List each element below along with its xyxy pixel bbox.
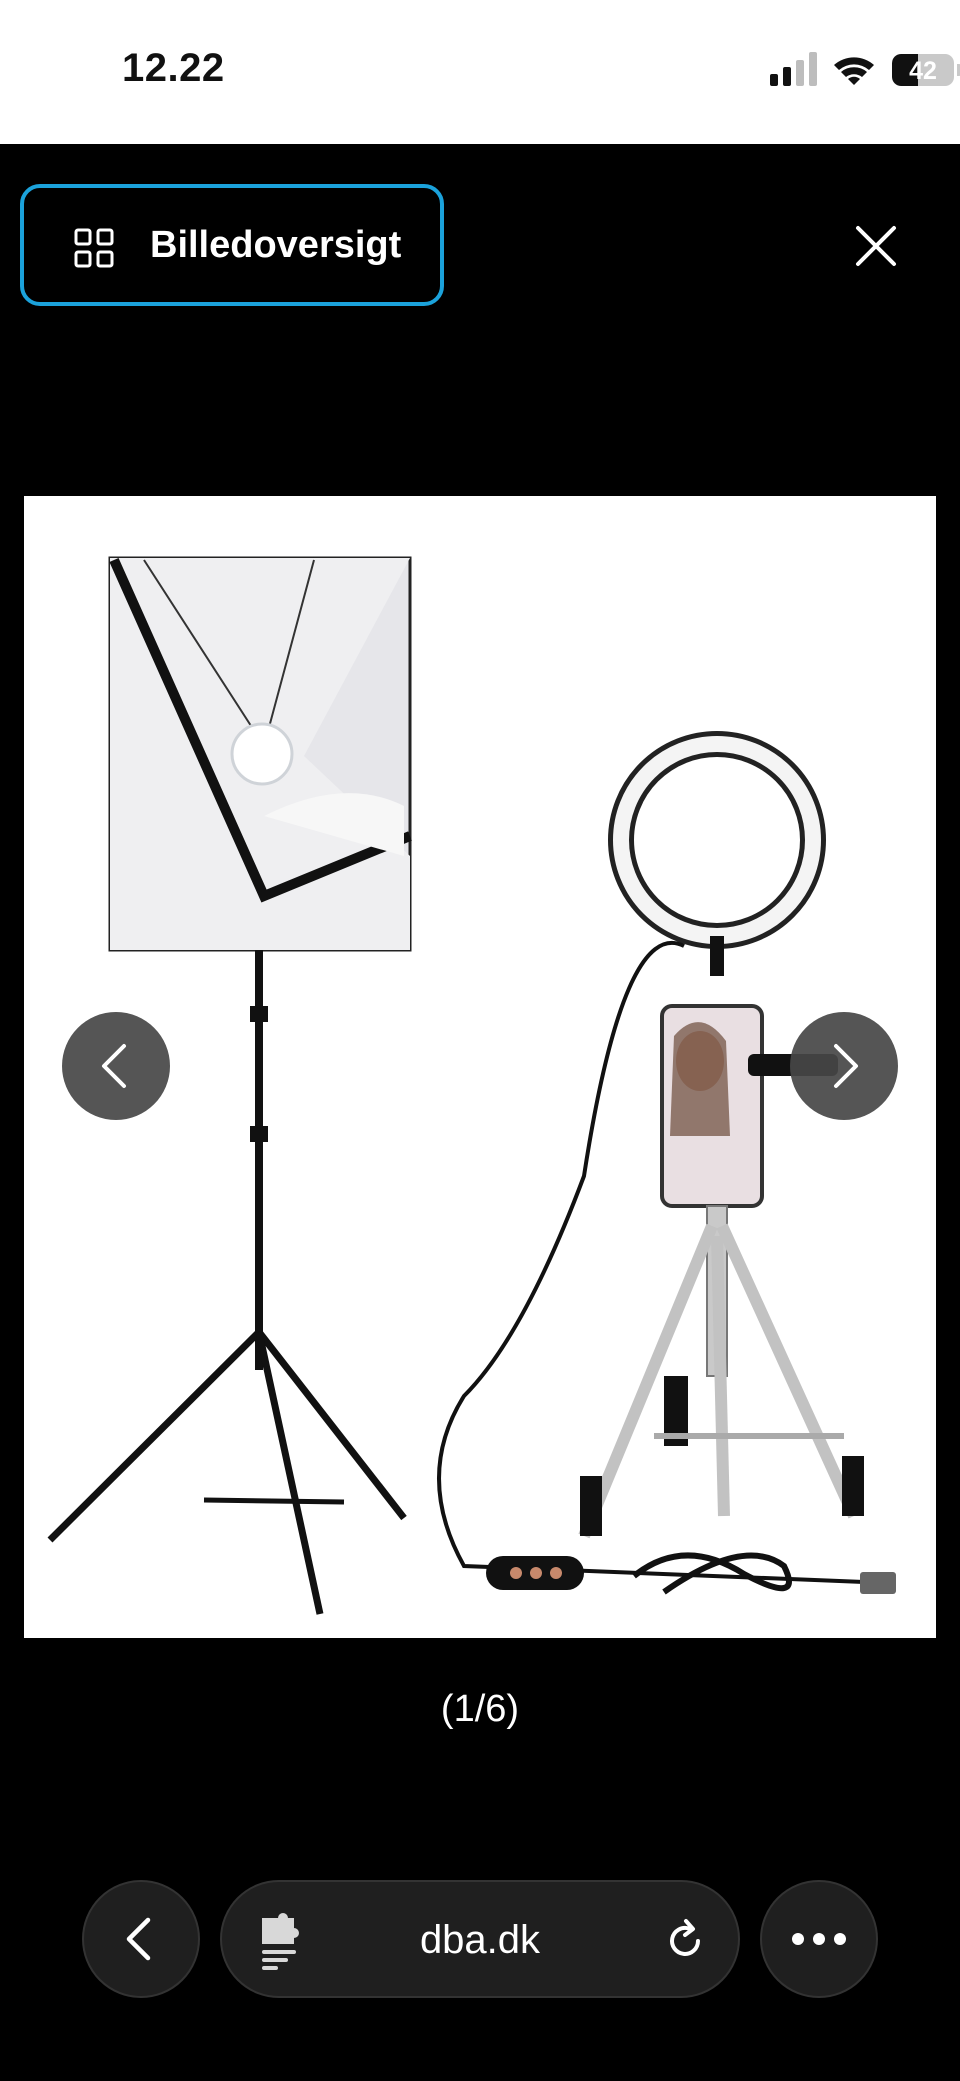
signal-icon (770, 52, 817, 86)
chevron-left-icon (102, 1044, 126, 1088)
previous-image-button[interactable] (62, 1012, 170, 1120)
reload-icon[interactable] (662, 1918, 708, 1964)
grid-icon (74, 228, 114, 268)
image-overview-label: Billedoversigt (150, 224, 402, 266)
image-overview-button[interactable]: Billedoversigt (20, 184, 444, 306)
browser-back-button[interactable] (82, 1880, 200, 1998)
battery-icon: 42 (892, 54, 954, 86)
close-icon[interactable] (848, 218, 904, 274)
more-options-button[interactable] (760, 1880, 878, 1998)
chevron-right-icon (834, 1044, 858, 1088)
status-bar: 12.22 42 (0, 0, 960, 144)
address-bar[interactable]: dba.dk (220, 1880, 740, 1998)
site-domain: dba.dk (419, 1918, 541, 1962)
chevron-left-icon (126, 1917, 151, 1961)
next-image-button[interactable] (790, 1012, 898, 1120)
status-time: 12.22 (122, 46, 225, 90)
more-icon (792, 1933, 846, 1945)
wifi-icon (834, 57, 874, 85)
image-counter: (1/6) (440, 1688, 520, 1730)
battery-percent: 42 (909, 57, 937, 85)
